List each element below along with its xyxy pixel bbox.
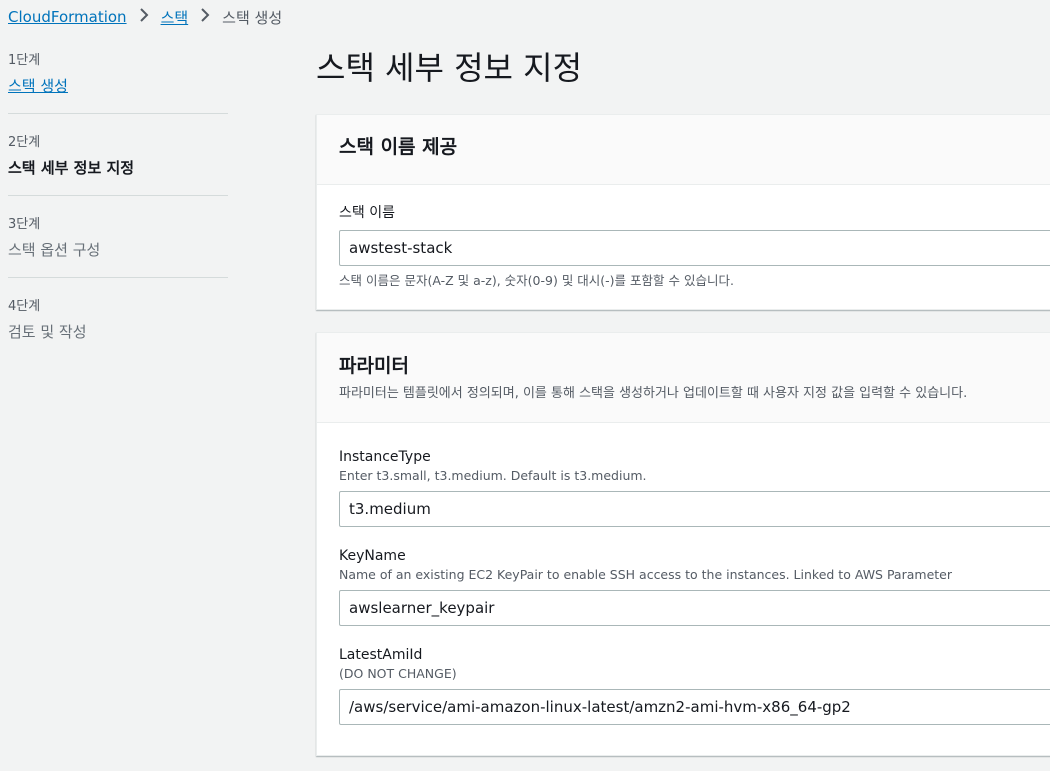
stack-name-panel: 스택 이름 제공 스택 이름 스택 이름은 문자(A-Z 및 a-z), 숫자(…	[316, 114, 1050, 310]
param-hint: Enter t3.small, t3.medium. Default is t3…	[339, 468, 647, 483]
breadcrumb-cloudformation-link[interactable]: CloudFormation	[8, 8, 127, 26]
chevron-right-icon	[139, 8, 149, 26]
breadcrumb-current: 스택 생성	[222, 8, 283, 27]
param-hint: (DO NOT CHANGE)	[339, 666, 457, 681]
step-number: 4단계	[8, 299, 41, 314]
step-number: 2단계	[8, 135, 41, 150]
panel-title: 스택 이름 제공	[339, 136, 458, 158]
latest-ami-id-input[interactable]	[339, 689, 1050, 725]
panel-header: 파라미터 파라미터는 템플릿에서 정의되며, 이를 통해 스택을 생성하거나 업…	[317, 333, 1050, 423]
param-hint: Name of an existing EC2 KeyPair to enabl…	[339, 567, 952, 582]
step-4-label: 검토 및 작성	[8, 323, 87, 341]
param-label: InstanceType	[339, 449, 431, 465]
step-1-link[interactable]: 스택 생성	[8, 74, 228, 98]
step-2-label: 스택 세부 정보 지정	[8, 159, 135, 177]
step-1: 1단계 스택 생성	[8, 46, 228, 114]
step-3: 3단계 스택 옵션 구성	[8, 210, 228, 278]
step-number: 3단계	[8, 217, 41, 232]
parameters-panel: 파라미터 파라미터는 템플릿에서 정의되며, 이를 통해 스택을 생성하거나 업…	[316, 332, 1050, 756]
key-name-input[interactable]	[339, 590, 1050, 626]
step-4: 4단계 검토 및 작성	[8, 292, 228, 360]
panel-description: 파라미터는 템플릿에서 정의되며, 이를 통해 스택을 생성하거나 업데이트할 …	[339, 386, 968, 401]
step-number: 1단계	[8, 53, 41, 68]
param-latest-ami-id: LatestAmiId (DO NOT CHANGE)	[339, 645, 1050, 725]
panel-body: 스택 이름 스택 이름은 문자(A-Z 및 a-z), 숫자(0-9) 및 대시…	[317, 185, 1050, 289]
stack-name-help: 스택 이름은 문자(A-Z 및 a-z), 숫자(0-9) 및 대시(-)를 포…	[339, 273, 734, 288]
panel-body: InstanceType Enter t3.small, t3.medium. …	[317, 423, 1050, 725]
param-label: KeyName	[339, 548, 406, 564]
wizard-steps: 1단계 스택 생성 2단계 스택 세부 정보 지정 3단계 스택 옵션 구성 4…	[8, 46, 228, 374]
breadcrumb-stacks-link[interactable]: 스택	[161, 7, 189, 28]
chevron-right-icon	[200, 8, 210, 26]
page-title: 스택 세부 정보 지정	[316, 49, 583, 87]
stack-name-input[interactable]	[339, 230, 1050, 266]
param-key-name: KeyName Name of an existing EC2 KeyPair …	[339, 546, 1050, 626]
panel-header: 스택 이름 제공	[317, 115, 1050, 185]
panel-title: 파라미터	[339, 355, 409, 377]
breadcrumb: CloudFormation 스택 스택 생성	[8, 6, 282, 28]
param-label: LatestAmiId	[339, 647, 423, 663]
param-instance-type: InstanceType Enter t3.small, t3.medium. …	[339, 447, 1050, 527]
step-2: 2단계 스택 세부 정보 지정	[8, 128, 228, 196]
instance-type-input[interactable]	[339, 491, 1050, 527]
stack-name-label: 스택 이름	[339, 205, 395, 221]
step-3-label: 스택 옵션 구성	[8, 241, 101, 259]
